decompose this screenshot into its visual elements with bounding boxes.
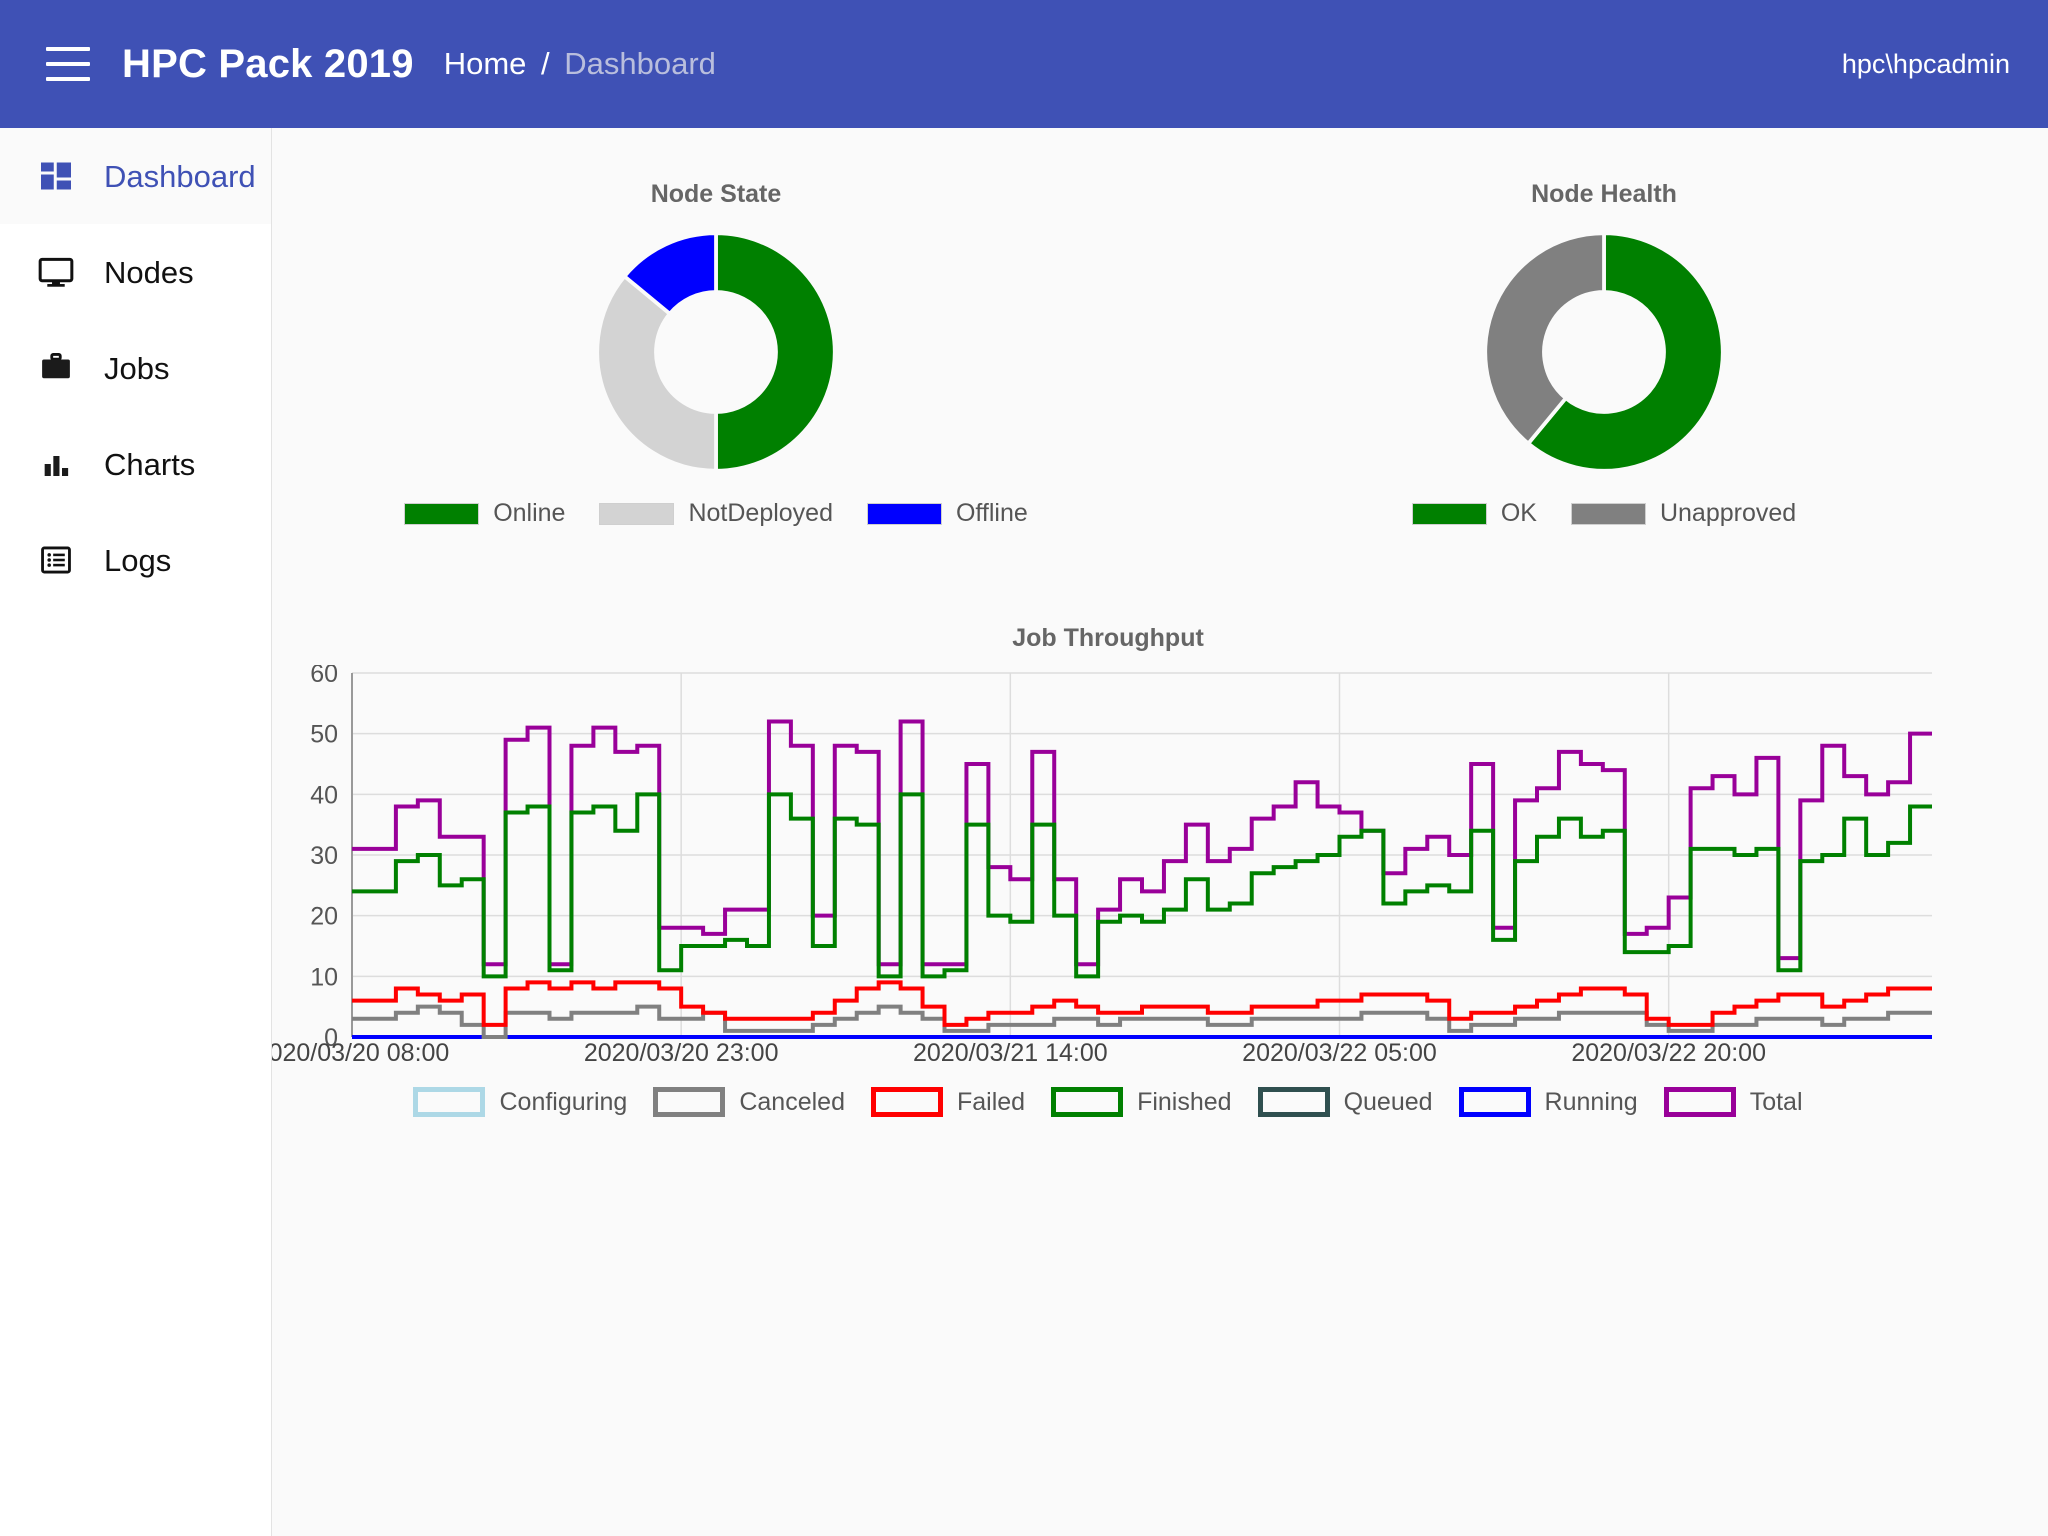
legend-swatch [599,502,675,525]
legend-label: Queued [1343,1087,1433,1116]
y-axis-tick: 50 [310,721,338,749]
job-throughput-title: Job Throughput [1012,624,1204,652]
breadcrumb-current: Dashboard [564,46,716,81]
job-throughput-plot[interactable]: 0 10 20 30 40 50 60 2020/03/20 08:00 2020/03/20 … [272,665,1984,1065]
legend-label: Finished [1137,1087,1232,1116]
monitor-icon [32,248,80,296]
sidebar-item-jobs[interactable]: Jobs [0,320,271,416]
job-throughput-card: Job Throughput 0 10 20 30 40 50 60 2020/03/20 0… [272,624,2048,1117]
node-state-card: Node State Online NotDeployed Offline [272,180,1160,528]
y-axis-tick: 20 [310,903,338,931]
hamburger-bar [46,47,90,51]
series-line-total[interactable] [352,719,1932,967]
y-axis-tick: 10 [310,963,338,991]
sidebar-item-label: Nodes [104,254,194,290]
sidebar-item-dashboard[interactable]: Dashboard [0,128,271,224]
legend-entry-total[interactable]: Total [1663,1087,1803,1117]
app-title: HPC Pack 2019 [122,41,414,86]
legend-label: Running [1544,1087,1638,1116]
y-axis-tick: 40 [310,781,338,809]
legend-label: OK [1500,499,1537,527]
sidebar-item-charts[interactable]: Charts [0,416,271,512]
legend-entry-online[interactable]: Online [404,499,565,528]
list-box-icon [32,536,80,584]
legend-swatch [1411,502,1487,525]
briefcase-icon [32,344,80,392]
donut-slice[interactable] [714,231,837,473]
legend-swatch [1570,502,1646,525]
node-health-title: Node Health [1531,180,1677,208]
hamburger-icon[interactable] [46,47,90,81]
y-axis-tick: 30 [310,842,338,870]
legend-label: NotDeployed [688,499,833,527]
donut-charts-row: Node State Online NotDeployed Offline No… [272,128,2048,528]
legend-label: Online [493,499,566,527]
x-axis-tick: 2020/03/22 20:00 [1571,1039,1766,1065]
legend-swatch [1663,1087,1736,1117]
legend-entry-running[interactable]: Running [1458,1087,1638,1117]
legend-label: Canceled [739,1087,845,1116]
legend-entry-queued[interactable]: Queued [1257,1087,1433,1117]
hamburger-bar [46,62,90,66]
bar-chart-icon [32,440,80,488]
legend-entry-unapproved[interactable]: Unapproved [1570,499,1797,528]
sidebar-item-label: Jobs [104,350,170,386]
main-content: Node State Online NotDeployed Offline No… [272,128,2048,1536]
breadcrumb: Home / Dashboard [444,46,716,82]
legend-swatch [1051,1087,1124,1117]
legend-entry-configuring[interactable]: Configuring [413,1087,627,1117]
legend-label: Total [1749,1087,1803,1116]
legend-swatch [870,1087,943,1117]
legend-entry-failed[interactable]: Failed [870,1087,1026,1117]
node-health-legend: OK Unapproved [1411,499,1797,528]
node-state-title: Node State [650,180,782,208]
legend-entry-ok[interactable]: OK [1411,499,1537,528]
job-throughput-legend: Configuring Canceled Failed Finished Que… [272,1087,1984,1117]
donut-slice[interactable] [595,273,718,473]
top-app-bar: HPC Pack 2019 Home / Dashboard hpc\hpcad… [0,0,2048,128]
hamburger-bar [46,77,90,81]
sidebar-nav: Dashboard Nodes Jobs Charts Logs [0,128,272,1536]
x-axis-tick: 2020/03/20 08:00 [272,1039,449,1065]
dashboard-grid-icon [32,152,80,200]
node-state-donut[interactable] [591,227,841,477]
legend-swatch [866,502,942,525]
breadcrumb-home[interactable]: Home [444,46,527,81]
node-state-legend: Online NotDeployed Offline [404,499,1028,528]
legend-swatch [1458,1087,1531,1117]
sidebar-item-label: Charts [104,446,196,482]
legend-swatch [1257,1087,1330,1117]
x-axis-tick: 2020/03/22 05:00 [1242,1039,1437,1065]
x-axis-tick: 2020/03/21 14:00 [913,1039,1108,1065]
legend-label: Configuring [499,1087,628,1116]
legend-entry-canceled[interactable]: Canceled [653,1087,845,1117]
legend-swatch [653,1087,726,1117]
breadcrumb-separator: / [541,46,550,81]
legend-swatch [413,1087,486,1117]
legend-swatch [404,502,480,525]
legend-entry-notdeployed[interactable]: NotDeployed [599,499,833,528]
legend-label: Offline [955,499,1028,527]
y-axis-tick: 60 [310,665,338,688]
node-health-donut[interactable] [1479,227,1729,477]
sidebar-item-logs[interactable]: Logs [0,512,271,608]
user-account-label[interactable]: hpc\hpcadmin [1842,49,2010,80]
legend-label: Failed [956,1087,1026,1116]
page-body: Dashboard Nodes Jobs Charts Logs Node St… [0,128,2048,1536]
sidebar-item-nodes[interactable]: Nodes [0,224,271,320]
sidebar-item-label: Logs [104,542,172,578]
legend-label: Unapproved [1659,499,1797,527]
legend-entry-finished[interactable]: Finished [1051,1087,1232,1117]
sidebar-item-label: Dashboard [104,158,256,194]
node-health-card: Node Health OK Unapproved [1160,180,2048,528]
x-axis-tick: 2020/03/20 23:00 [584,1039,779,1065]
legend-entry-offline[interactable]: Offline [866,499,1028,528]
